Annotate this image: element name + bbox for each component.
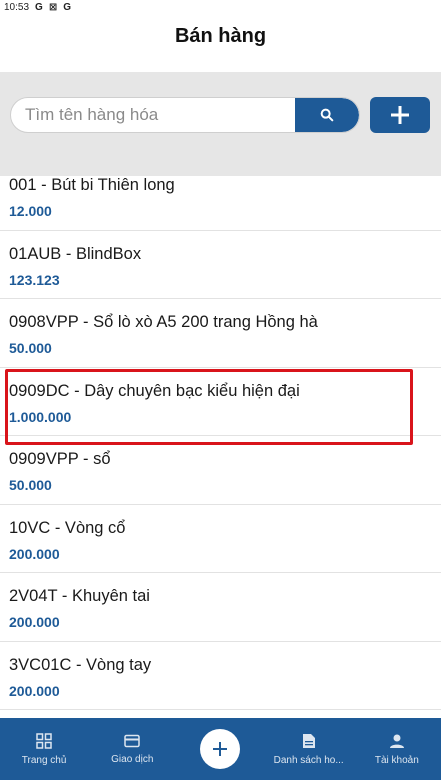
status-bar: 10:53 G ⊠ G [0,0,441,14]
list-item[interactable]: 3VC01C - Vòng tay 200.000 [0,642,441,710]
search-box [10,97,360,133]
product-name: 01AUB - BlindBox [9,244,142,263]
nav-account-label: Tài khoản [374,754,419,766]
status-time: 10:53 [4,1,30,13]
product-list: 001 - Bút bi Thiên long 12.000 01AUB - B… [0,162,441,718]
product-name: 3VC01C - Vòng tay [9,655,152,674]
nav-transactions[interactable]: Giao dịch [88,734,176,765]
user-icon [389,734,404,748]
google-icon-2: G [63,1,71,13]
product-price: 50.000 [9,340,52,356]
app-header: Bán hàng [0,14,441,58]
page-title: Bán hàng [174,24,267,47]
list-item[interactable]: 0908VPP - Sổ lò xò A5 200 trang Hồng hà … [0,299,441,368]
product-name: 2V04T - Khuyên tai [9,587,150,605]
search-input[interactable] [11,98,295,132]
list-item[interactable]: 10VC - Vòng cổ 200.000 [0,505,441,573]
product-price: 1.000.000 [9,408,72,425]
nav-home[interactable]: Trang chủ [0,732,88,766]
add-product-button[interactable] [370,97,430,133]
add-order-button[interactable] [200,729,241,769]
product-name: 001 - Bút bi Thiên long [9,176,175,194]
nav-list-label: Danh sách ho... [273,754,344,766]
product-name: 0908VPP - Sổ lò xò A5 200 trang Hồng hà [9,313,318,331]
nav-transactions-label: Giao dịch [111,753,154,765]
list-item[interactable]: 0909VPP - sổ 50.000 [0,436,441,505]
nav-add[interactable] [176,729,264,769]
nav-account[interactable]: Tài khoản [353,733,441,766]
google-icon: G [35,1,43,13]
bottom-nav: Trang chủ Giao dịch Danh sách ho... Tài … [0,718,441,780]
search-button[interactable] [295,98,359,132]
product-name: 0909VPP - sổ [9,450,111,468]
nav-home-label: Trang chủ [21,754,67,766]
card-icon [124,734,141,747]
search-area [0,72,441,176]
list-item-highlighted[interactable]: 0909DC - Dây chuyên bạc kiểu hiện đại 1.… [0,368,441,444]
product-name: 10VC - Vòng cổ [9,518,126,537]
product-price: 123.123 [9,271,60,288]
list-item[interactable]: 001 - Bút bi Thiên long 12.000 [0,162,441,231]
document-icon [302,733,315,748]
product-price: 12.000 [9,203,52,219]
nav-list[interactable]: Danh sách ho... [265,733,353,766]
product-price: 50.000 [9,477,52,493]
plus-icon [391,106,409,124]
notification-icon: ⊠ [48,1,58,13]
search-icon [320,108,334,122]
product-price: 200.000 [9,682,60,699]
list-item[interactable]: 2V04T - Khuyên tai 200.000 [0,573,441,642]
list-item[interactable]: 01AUB - BlindBox 123.123 [0,231,441,299]
product-name: 0909DC - Dây chuyên bạc kiểu hiện đại [9,381,300,400]
product-price: 200.000 [9,545,60,562]
plus-icon [213,742,228,756]
dashboard-icon [36,732,52,749]
product-price: 200.000 [9,614,60,630]
